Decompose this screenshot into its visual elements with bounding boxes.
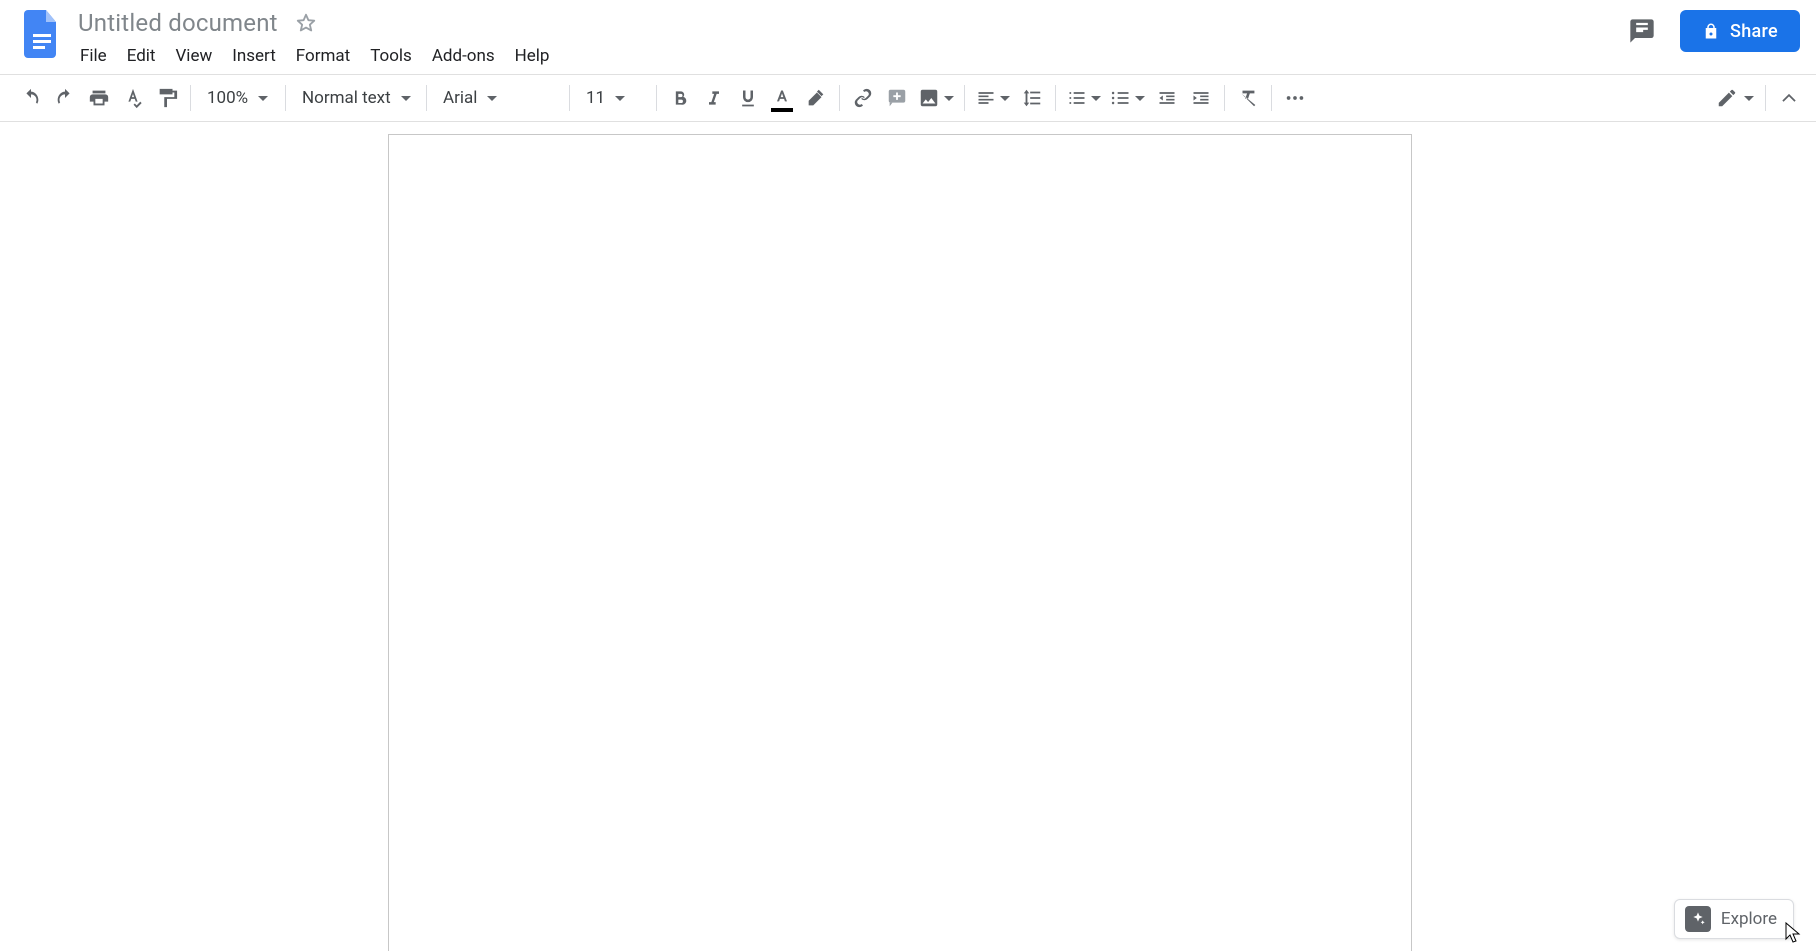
separator (1055, 85, 1056, 111)
page-1[interactable] (388, 134, 1412, 951)
chevron-down-icon (944, 96, 954, 101)
explore-icon (1685, 906, 1711, 932)
insert-comment-button[interactable] (880, 80, 914, 116)
chevron-down-icon (401, 96, 411, 101)
explore-label: Explore (1721, 909, 1777, 929)
separator (656, 85, 657, 111)
docs-logo[interactable] (20, 6, 64, 62)
separator (964, 85, 965, 111)
italic-button[interactable] (697, 80, 731, 116)
underline-button[interactable] (731, 80, 765, 116)
chevron-down-icon (1091, 96, 1101, 101)
zoom-dropdown[interactable]: 100% (197, 80, 279, 116)
separator (569, 85, 570, 111)
size-value: 11 (586, 88, 605, 108)
text-color-swatch (771, 108, 793, 112)
toolbar-right (1711, 80, 1806, 116)
separator (285, 85, 286, 111)
menu-bar: File Edit View Insert Format Tools Add-o… (76, 40, 1622, 72)
document-canvas[interactable] (0, 124, 1800, 951)
numbered-list-button[interactable] (1062, 80, 1106, 116)
editing-mode-dropdown[interactable] (1711, 80, 1759, 116)
menu-tools[interactable]: Tools (360, 42, 422, 70)
insert-link-button[interactable] (846, 80, 880, 116)
style-value: Normal text (302, 88, 391, 108)
chevron-down-icon (487, 96, 497, 101)
share-button[interactable]: Share (1680, 10, 1800, 52)
star-icon[interactable] (294, 11, 318, 35)
decrease-indent-button[interactable] (1150, 80, 1184, 116)
menu-format[interactable]: Format (286, 42, 360, 70)
toolbar: 100% Normal text Arial 11 (0, 74, 1816, 122)
print-button[interactable] (82, 80, 116, 116)
highlight-color-button[interactable] (799, 80, 833, 116)
bold-button[interactable] (663, 80, 697, 116)
lock-icon (1702, 22, 1720, 40)
align-dropdown[interactable] (971, 80, 1015, 116)
line-spacing-button[interactable] (1015, 80, 1049, 116)
separator (426, 85, 427, 111)
more-button[interactable] (1278, 80, 1312, 116)
spellcheck-button[interactable] (116, 80, 150, 116)
header-actions: Share (1622, 6, 1800, 52)
menu-insert[interactable]: Insert (222, 42, 286, 70)
increase-indent-button[interactable] (1184, 80, 1218, 116)
hide-menus-button[interactable] (1772, 80, 1806, 116)
title-row: Untitled document (76, 6, 1622, 40)
separator (839, 85, 840, 111)
paint-format-button[interactable] (150, 80, 184, 116)
font-value: Arial (443, 88, 477, 108)
document-title-input[interactable]: Untitled document (76, 7, 280, 39)
bulleted-list-button[interactable] (1106, 80, 1150, 116)
chevron-down-icon (1135, 96, 1145, 101)
open-comments-button[interactable] (1622, 11, 1662, 51)
chevron-down-icon (1000, 96, 1010, 101)
chevron-down-icon (1744, 96, 1754, 101)
menu-file[interactable]: File (76, 42, 117, 70)
separator (1765, 85, 1766, 111)
menu-help[interactable]: Help (505, 42, 560, 70)
title-area: Untitled document File Edit View Insert … (76, 6, 1622, 72)
menu-view[interactable]: View (165, 42, 222, 70)
chevron-down-icon (615, 96, 625, 101)
insert-image-button[interactable] (914, 80, 958, 116)
font-size-dropdown[interactable]: 11 (576, 80, 650, 116)
chevron-down-icon (258, 96, 268, 101)
share-label: Share (1730, 21, 1778, 42)
undo-button[interactable] (14, 80, 48, 116)
redo-button[interactable] (48, 80, 82, 116)
paragraph-style-dropdown[interactable]: Normal text (292, 80, 420, 116)
separator (1224, 85, 1225, 111)
separator (1271, 85, 1272, 111)
zoom-value: 100% (207, 88, 248, 108)
menu-edit[interactable]: Edit (117, 42, 166, 70)
text-color-button[interactable] (765, 80, 799, 116)
font-family-dropdown[interactable]: Arial (433, 80, 563, 116)
explore-button[interactable]: Explore (1674, 899, 1794, 939)
app-header: Untitled document File Edit View Insert … (0, 0, 1816, 74)
menu-addons[interactable]: Add-ons (422, 42, 505, 70)
clear-formatting-button[interactable] (1231, 80, 1265, 116)
separator (190, 85, 191, 111)
